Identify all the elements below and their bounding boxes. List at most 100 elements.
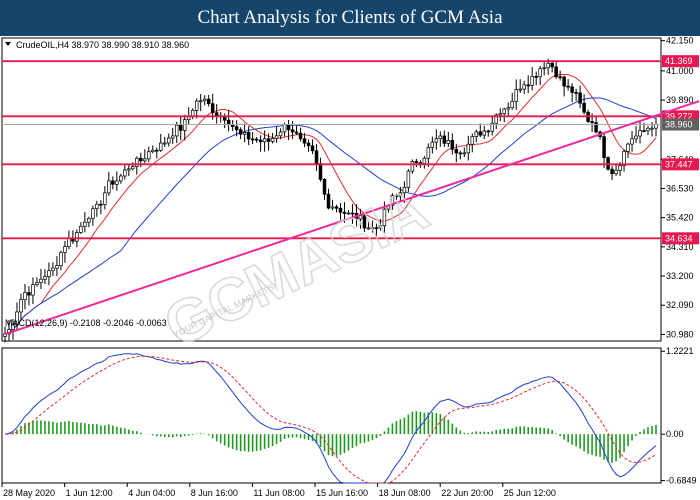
candle-body: [466, 143, 471, 154]
level-price-label: 41.369: [665, 56, 693, 66]
candle-body: [226, 119, 231, 125]
candle-body: [159, 142, 163, 151]
symbol-info: CrudeOIL,H4 38.970 38.990 38.910 38.960: [16, 40, 189, 50]
candle-body: [478, 131, 483, 136]
candle-body: [514, 89, 518, 102]
candle-body: [302, 138, 307, 144]
x-tick-label: 15 Jun 16:00: [316, 488, 368, 498]
current-price-label: 38.960: [665, 120, 693, 130]
candle-body: [646, 127, 650, 132]
macd-info: MACD(12,26,9) -0.2108 -0.2046 -0.0063: [5, 318, 167, 328]
candle-body: [95, 203, 99, 209]
candle-body: [75, 232, 79, 242]
candle-body: [498, 113, 502, 116]
candle-body: [482, 130, 487, 136]
x-tick-label: 11 Jun 08:00: [253, 488, 304, 498]
candle-body: [426, 147, 431, 159]
level-price-label: 37.447: [665, 159, 693, 169]
candle-body: [454, 148, 459, 154]
candle-body: [43, 276, 47, 280]
candle-body: [31, 284, 35, 296]
candle-body: [486, 130, 491, 133]
candle-body: [526, 84, 530, 87]
candle-body: [470, 136, 475, 145]
candle-body: [306, 142, 311, 147]
candle-body: [566, 85, 570, 88]
candle-body: [139, 157, 143, 162]
macd-tick-label: 1.2221: [666, 346, 694, 356]
candle-body: [214, 112, 219, 117]
candle-body: [198, 100, 203, 103]
candle-body: [534, 76, 538, 78]
candle-body: [522, 84, 526, 90]
candle-body: [298, 132, 303, 140]
candle-body: [170, 135, 175, 139]
candle-body: [238, 129, 243, 135]
level-price-label: 34.634: [665, 233, 693, 243]
candle-body: [206, 98, 211, 105]
candle-body: [266, 138, 271, 142]
macd-tick-label: -0.6849: [666, 476, 697, 486]
candle-body: [462, 152, 467, 155]
candle-body: [278, 131, 283, 137]
candle-body: [107, 180, 111, 194]
candle-body: [127, 168, 131, 171]
candle-body: [550, 62, 554, 68]
candle-body: [582, 102, 586, 113]
x-tick-label: 25 Jun 12:00: [504, 488, 556, 498]
candle-body: [119, 175, 123, 182]
candle-body: [23, 292, 27, 300]
price-tick-label: 41.000: [666, 66, 694, 76]
candle-body: [610, 168, 614, 174]
candle-body: [510, 100, 514, 109]
candle-body: [87, 218, 91, 223]
candle-body: [502, 108, 506, 115]
candle-body: [326, 193, 331, 209]
candle-body: [143, 158, 147, 162]
candle-body: [650, 127, 654, 130]
candle-body: [63, 246, 67, 253]
candle-body: [546, 62, 550, 69]
candle-body: [135, 157, 139, 167]
x-tick-label: 1 Jun 12:00: [66, 488, 113, 498]
candle-body: [91, 208, 95, 219]
candle-body: [450, 140, 455, 150]
candle-body: [626, 143, 630, 152]
price-tick-label: 42.150: [666, 36, 694, 46]
candle-body: [434, 138, 439, 143]
candle-body: [602, 136, 606, 158]
candle-body: [19, 299, 23, 313]
candle-body: [262, 138, 267, 143]
candle-body: [27, 292, 31, 296]
candle-body: [630, 138, 634, 145]
candle-body: [151, 149, 155, 153]
candle-body: [410, 161, 415, 172]
candle-body: [322, 179, 327, 195]
chart-area: 42.15041.00039.89037.64036.53035.42034.3…: [0, 36, 700, 500]
x-tick-label: 4 Jun 04:00: [128, 488, 175, 498]
candle-body: [190, 110, 195, 117]
candle-body: [606, 157, 610, 170]
candle-body: [574, 92, 578, 94]
candle-body: [155, 149, 159, 152]
price-tick-label: 35.420: [666, 213, 694, 223]
candle-body: [538, 68, 542, 77]
candle-body: [111, 180, 115, 185]
candle-body: [294, 131, 299, 134]
candle-body: [458, 152, 463, 155]
candle-body: [55, 265, 59, 269]
candle-body: [554, 66, 558, 78]
candle-body: [47, 270, 51, 277]
page-title: Chart Analysis for Clients of GCM Asia: [0, 0, 700, 36]
price-tick-label: 30.980: [666, 329, 694, 339]
candle-body: [290, 129, 295, 133]
candle-body: [274, 135, 279, 139]
candle-body: [446, 140, 451, 144]
candle-body: [642, 130, 646, 132]
candle-body: [270, 138, 275, 142]
candle-body: [594, 122, 598, 133]
candle-body: [334, 206, 339, 209]
candle-body: [79, 225, 83, 233]
candle-body: [310, 145, 315, 152]
candle-body: [578, 92, 582, 104]
